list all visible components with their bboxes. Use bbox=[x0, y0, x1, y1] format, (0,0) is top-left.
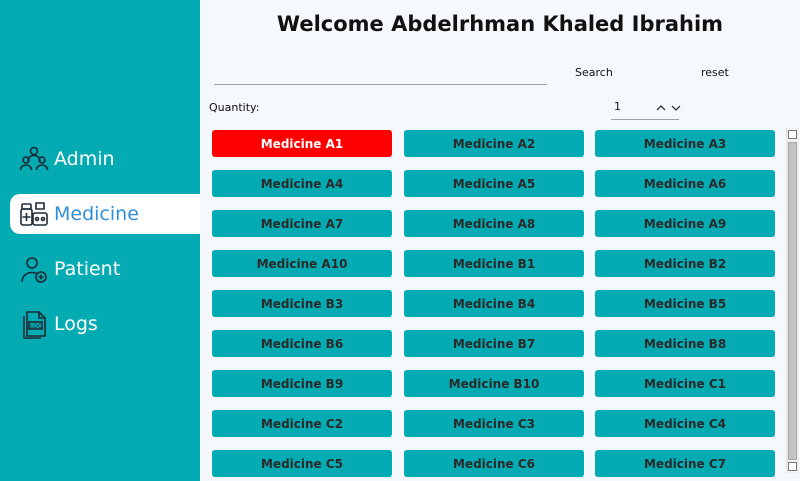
medicine-button[interactable]: Medicine C6 bbox=[404, 450, 584, 477]
medicine-button[interactable]: Medicine B10 bbox=[404, 370, 584, 397]
medicine-button[interactable]: Medicine C4 bbox=[595, 410, 775, 437]
medicine-button[interactable]: Medicine B1 bbox=[404, 250, 584, 277]
sidebar-item-label: Patient bbox=[54, 258, 121, 280]
quantity-value: 1 bbox=[614, 100, 621, 113]
search-input[interactable] bbox=[214, 62, 547, 85]
chevron-down-icon[interactable] bbox=[670, 99, 682, 113]
admin-group-icon bbox=[18, 143, 50, 175]
medicine-icon bbox=[18, 198, 50, 230]
sidebar: Admin Medicine Patient LOG Logs bbox=[0, 0, 200, 481]
patient-icon bbox=[18, 253, 50, 285]
reset-button[interactable]: reset bbox=[701, 66, 729, 79]
medicine-grid: Medicine A1 Medicine A2 Medicine A3 Medicin… bbox=[200, 126, 800, 481]
sidebar-item-logs[interactable]: LOG Logs bbox=[10, 304, 200, 344]
medicine-button[interactable]: Medicine C3 bbox=[404, 410, 584, 437]
search-button[interactable]: Search bbox=[575, 66, 613, 79]
medicine-button[interactable]: Medicine B8 bbox=[595, 330, 775, 357]
sidebar-item-label: Medicine bbox=[54, 203, 139, 225]
medicine-button[interactable]: Medicine B6 bbox=[212, 330, 392, 357]
svg-text:LOG: LOG bbox=[30, 323, 43, 330]
sidebar-item-label: Logs bbox=[54, 313, 98, 335]
scroll-thumb[interactable] bbox=[788, 142, 797, 460]
sidebar-item-patient[interactable]: Patient bbox=[10, 249, 200, 289]
log-icon: LOG bbox=[18, 308, 50, 340]
medicine-button[interactable]: Medicine B7 bbox=[404, 330, 584, 357]
medicine-button[interactable]: Medicine A1 bbox=[212, 130, 392, 157]
medicine-button[interactable]: Medicine A9 bbox=[595, 210, 775, 237]
scroll-up-arrow[interactable] bbox=[788, 130, 797, 139]
sidebar-item-medicine[interactable]: Medicine bbox=[10, 194, 200, 234]
quantity-label: Quantity: bbox=[209, 101, 260, 114]
medicine-button[interactable]: Medicine A8 bbox=[404, 210, 584, 237]
medicine-button[interactable]: Medicine A2 bbox=[404, 130, 584, 157]
scroll-down-arrow[interactable] bbox=[788, 462, 797, 471]
medicine-button[interactable]: Medicine A10 bbox=[212, 250, 392, 277]
medicine-button[interactable]: Medicine A7 bbox=[212, 210, 392, 237]
medicine-button[interactable]: Medicine B2 bbox=[595, 250, 775, 277]
sidebar-item-label: Admin bbox=[54, 148, 115, 170]
medicine-button[interactable]: Medicine B4 bbox=[404, 290, 584, 317]
medicine-button[interactable]: Medicine B3 bbox=[212, 290, 392, 317]
medicine-button[interactable]: Medicine C5 bbox=[212, 450, 392, 477]
chevron-up-icon[interactable] bbox=[655, 99, 667, 113]
medicine-button[interactable]: Medicine C2 bbox=[212, 410, 392, 437]
medicine-button[interactable]: Medicine B9 bbox=[212, 370, 392, 397]
quantity-stepper[interactable]: 1 bbox=[611, 96, 682, 120]
medicine-button[interactable]: Medicine C1 bbox=[595, 370, 775, 397]
medicine-button[interactable]: Medicine A6 bbox=[595, 170, 775, 197]
page-title: Welcome Abdelrhman Khaled Ibrahim bbox=[276, 12, 724, 36]
medicine-button[interactable]: Medicine A4 bbox=[212, 170, 392, 197]
medicine-button[interactable]: Medicine B5 bbox=[595, 290, 775, 317]
medicine-button[interactable]: Medicine A3 bbox=[595, 130, 775, 157]
vertical-scrollbar[interactable] bbox=[786, 128, 799, 473]
main-panel: Welcome Abdelrhman Khaled Ibrahim Search… bbox=[200, 0, 800, 481]
medicine-button[interactable]: Medicine A5 bbox=[404, 170, 584, 197]
medicine-button[interactable]: Medicine C7 bbox=[595, 450, 775, 477]
sidebar-item-admin[interactable]: Admin bbox=[10, 139, 200, 179]
